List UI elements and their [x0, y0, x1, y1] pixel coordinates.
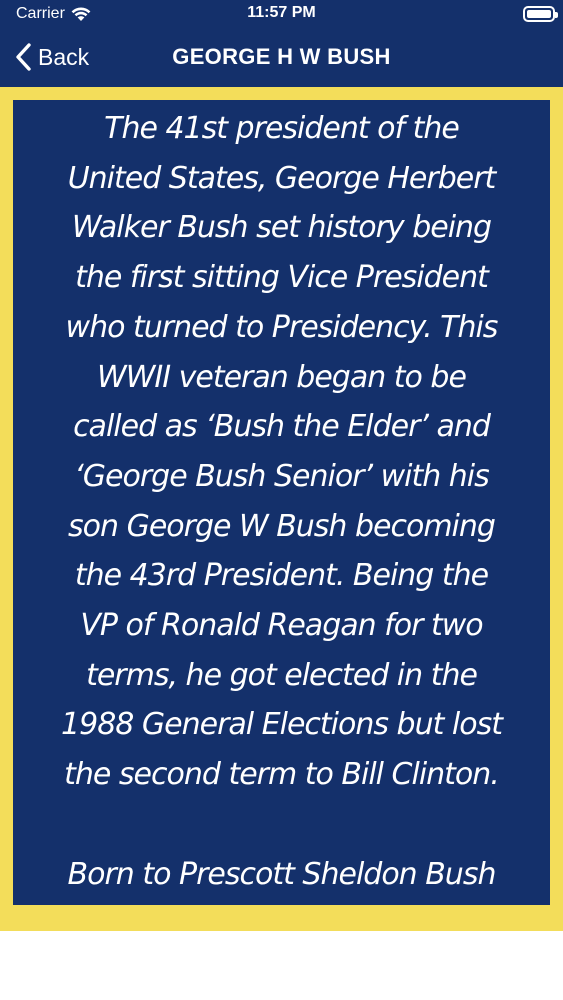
- navigation-bar: Back GEORGE H W BUSH: [0, 30, 563, 87]
- page-title: GEORGE H W BUSH: [172, 44, 391, 69]
- status-bar: Carrier 11:57 PM: [0, 0, 563, 30]
- battery-level: [527, 10, 551, 18]
- biography-text: The 41st president of the United States,…: [61, 111, 503, 892]
- top-bar: Carrier 11:57 PM Back GEORGE H W BUSH: [0, 0, 563, 87]
- biography-text-view[interactable]: The 41st president of the United States,…: [13, 100, 550, 905]
- battery-icon: [523, 6, 558, 22]
- content-frame: The 41st president of the United States,…: [0, 87, 563, 931]
- status-time: 11:57 PM: [247, 4, 316, 21]
